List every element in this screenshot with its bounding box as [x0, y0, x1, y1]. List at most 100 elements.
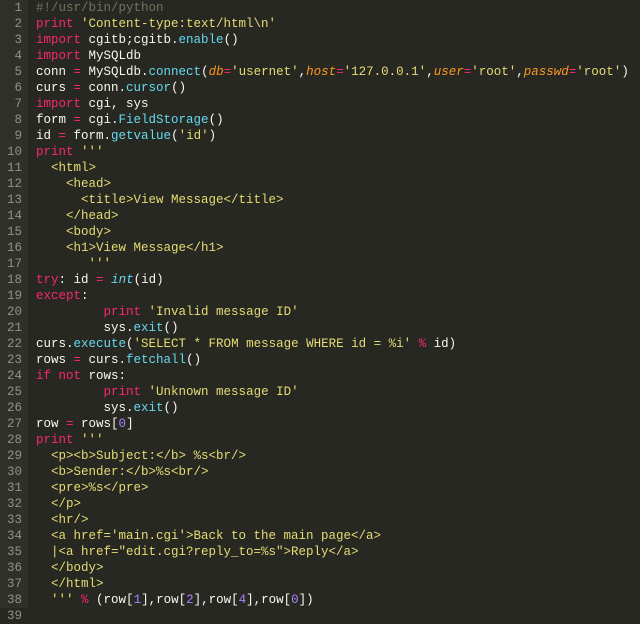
code-token: </body> — [36, 561, 104, 575]
code-token: MySQLdb — [81, 49, 141, 63]
line-number: 17 — [4, 256, 22, 272]
code-token: = — [96, 273, 104, 287]
line-number: 32 — [4, 496, 22, 512]
code-token: ( — [201, 65, 209, 79]
code-line[interactable]: <pre>%s</pre> — [36, 480, 629, 496]
code-line[interactable]: import cgi, sys — [36, 96, 629, 112]
code-token: conn — [36, 65, 74, 79]
code-token: 'usernet' — [231, 65, 299, 79]
code-token: exit — [134, 401, 164, 415]
code-token: FieldStorage — [119, 113, 209, 127]
line-number: 27 — [4, 416, 22, 432]
code-line[interactable]: print 'Unknown message ID' — [36, 384, 629, 400]
code-token: #!/usr/bin/python — [36, 1, 164, 15]
code-token: import — [36, 49, 81, 63]
code-token: 'Unknown message ID' — [149, 385, 299, 399]
code-line[interactable]: curs.execute('SELECT * FROM message WHER… — [36, 336, 629, 352]
code-line[interactable]: #!/usr/bin/python — [36, 0, 629, 16]
code-token: connect — [149, 65, 202, 79]
code-token: ] — [126, 417, 134, 431]
line-number: 19 — [4, 288, 22, 304]
code-token: host — [306, 65, 336, 79]
code-token — [411, 337, 419, 351]
code-line[interactable]: sys.exit() — [36, 400, 629, 416]
code-token: () — [209, 113, 224, 127]
code-editor[interactable]: 1234567891011121314151617181920212223242… — [0, 0, 640, 608]
code-token: 2 — [186, 593, 194, 607]
code-token: () — [224, 33, 239, 47]
code-token: print — [36, 17, 74, 31]
code-line[interactable]: </body> — [36, 560, 629, 576]
code-line[interactable]: print ''' — [36, 144, 629, 160]
code-line[interactable]: conn = MySQLdb.connect(db='usernet',host… — [36, 64, 629, 80]
code-line[interactable]: rows = curs.fetchall() — [36, 352, 629, 368]
code-line[interactable]: <b>Sender:</b>%s<br/> — [36, 464, 629, 480]
code-token: exit — [134, 321, 164, 335]
code-token: rows — [36, 353, 74, 367]
code-line[interactable]: print 'Invalid message ID' — [36, 304, 629, 320]
code-line[interactable]: <html> — [36, 160, 629, 176]
code-line[interactable]: <p><b>Subject:</b> %s<br/> — [36, 448, 629, 464]
line-number: 23 — [4, 352, 22, 368]
line-number: 9 — [4, 128, 22, 144]
code-token: int — [111, 273, 134, 287]
code-line[interactable]: ''' — [36, 256, 629, 272]
code-token: execute — [74, 337, 127, 351]
code-token: (id) — [134, 273, 164, 287]
code-line[interactable]: row = rows[0] — [36, 416, 629, 432]
code-line[interactable]: <title>View Message</title> — [36, 192, 629, 208]
code-line[interactable]: import MySQLdb — [36, 48, 629, 64]
code-line[interactable]: <hr/> — [36, 512, 629, 528]
line-number: 36 — [4, 560, 22, 576]
code-token: 'root' — [471, 65, 516, 79]
code-token: except — [36, 289, 81, 303]
code-line[interactable]: <h1>View Message</h1> — [36, 240, 629, 256]
code-line[interactable]: if not rows: — [36, 368, 629, 384]
code-token: = — [66, 417, 74, 431]
code-token: <p><b>Subject:</b> %s<br/> — [36, 449, 246, 463]
code-token: conn. — [81, 81, 126, 95]
code-line[interactable]: id = form.getvalue('id') — [36, 128, 629, 144]
code-line[interactable]: <body> — [36, 224, 629, 240]
code-line[interactable]: curs = conn.cursor() — [36, 80, 629, 96]
code-line[interactable]: except: — [36, 288, 629, 304]
code-line[interactable]: |<a href="edit.cgi?reply_to=%s">Reply</a… — [36, 544, 629, 560]
code-line[interactable]: </html> — [36, 576, 629, 592]
code-token: print — [36, 145, 74, 159]
code-token — [51, 369, 59, 383]
code-token: id — [36, 129, 59, 143]
line-number: 20 — [4, 304, 22, 320]
code-token: passwd — [524, 65, 569, 79]
code-token: <body> — [36, 225, 111, 239]
code-line[interactable]: sys.exit() — [36, 320, 629, 336]
code-token: <hr/> — [36, 513, 89, 527]
code-line[interactable]: <head> — [36, 176, 629, 192]
code-token: curs. — [36, 337, 74, 351]
code-token: </html> — [36, 577, 104, 591]
code-content[interactable]: #!/usr/bin/pythonprint 'Content-type:tex… — [28, 0, 629, 608]
code-token: curs. — [81, 353, 126, 367]
code-token: row — [36, 417, 66, 431]
code-token: if — [36, 369, 51, 383]
code-token: ) — [621, 65, 629, 79]
code-line[interactable]: print 'Content-type:text/html\n' — [36, 16, 629, 32]
code-line[interactable]: print ''' — [36, 432, 629, 448]
code-token — [74, 145, 82, 159]
code-token: ''' — [81, 433, 104, 447]
code-line[interactable]: ''' % (row[1],row[2],row[4],row[0]) — [36, 592, 629, 608]
code-token: |<a href="edit.cgi?reply_to=%s">Reply</a… — [36, 545, 359, 559]
code-line[interactable]: form = cgi.FieldStorage() — [36, 112, 629, 128]
code-token: <head> — [36, 177, 111, 191]
code-line[interactable] — [36, 608, 629, 624]
code-line[interactable]: <a href='main.cgi'>Back to the main page… — [36, 528, 629, 544]
code-line[interactable]: try: id = int(id) — [36, 272, 629, 288]
code-line[interactable]: </p> — [36, 496, 629, 512]
code-token: () — [186, 353, 201, 367]
line-number: 10 — [4, 144, 22, 160]
code-token: form — [36, 113, 74, 127]
code-token: ],row[ — [246, 593, 291, 607]
code-line[interactable]: import cgitb;cgitb.enable() — [36, 32, 629, 48]
code-line[interactable]: </head> — [36, 208, 629, 224]
code-token: import — [36, 97, 81, 111]
line-number: 8 — [4, 112, 22, 128]
